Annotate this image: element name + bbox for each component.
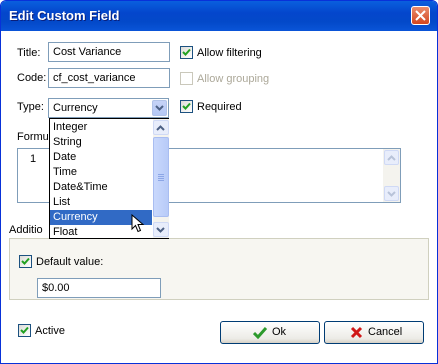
formula-scrollbar[interactable] [383, 149, 400, 202]
type-list-scroll-thumb[interactable] [153, 137, 169, 217]
type-select-value: Currency [53, 102, 98, 114]
type-option-datetime[interactable]: Date&Time [50, 180, 152, 195]
additional-group: Default value: $0.00 [9, 238, 429, 300]
chevron-down-icon [156, 227, 165, 233]
checkmark-icon [20, 326, 29, 334]
checkmark-icon [182, 102, 191, 110]
formula-scroll-up[interactable] [384, 150, 399, 165]
close-button[interactable] [411, 6, 430, 25]
edit-custom-field-dialog: Edit Custom Field Title: Cost Variance A… [0, 0, 438, 364]
type-select[interactable]: Currency [48, 98, 169, 118]
additional-label: Additio [9, 224, 43, 236]
allow-filtering-checkbox[interactable] [180, 46, 193, 59]
window-title: Edit Custom Field [9, 8, 120, 23]
chevron-down-icon [155, 105, 164, 111]
mouse-cursor-icon [131, 214, 145, 233]
type-option-integer[interactable]: Integer [50, 120, 152, 135]
required-label: Required [197, 101, 242, 113]
ok-button-label: Ok [272, 326, 287, 338]
type-list-scroll-up[interactable] [153, 120, 169, 135]
thumb-grip [158, 178, 164, 179]
allow-filtering-label: Allow filtering [197, 47, 262, 59]
checkmark-icon [182, 48, 191, 56]
ok-button[interactable]: Ok [220, 321, 320, 344]
default-value-checkbox[interactable] [19, 255, 32, 268]
allow-grouping-label: Allow grouping [197, 73, 270, 85]
thumb-grip [158, 176, 164, 177]
title-field[interactable]: Cost Variance [48, 42, 170, 62]
type-list-scrollbar[interactable] [153, 119, 169, 238]
type-option-time[interactable]: Time [50, 165, 152, 180]
checkmark-icon [21, 257, 30, 265]
cancel-x-icon [350, 326, 363, 339]
type-dropdown-list[interactable]: Integer String Date Time Date&Time List … [49, 118, 169, 239]
allow-grouping-checkbox[interactable] [180, 72, 193, 85]
required-checkbox[interactable] [180, 100, 193, 113]
dialog-body: Title: Cost Variance Allow filtering Cod… [1, 31, 437, 363]
default-value-field[interactable]: $0.00 [37, 278, 161, 298]
close-icon [415, 10, 426, 21]
type-option-date[interactable]: Date [50, 150, 152, 165]
type-dropdown-button[interactable] [152, 100, 167, 116]
default-value-label: Default value: [36, 256, 104, 268]
thumb-grip [158, 180, 164, 181]
cancel-button[interactable]: Cancel [324, 321, 424, 344]
thumb-grip [158, 174, 164, 175]
code-label: Code: [17, 72, 47, 84]
formula-text: 1 [30, 153, 37, 165]
chevron-up-icon [387, 155, 396, 161]
type-option-string[interactable]: String [50, 135, 152, 150]
type-label: Type: [17, 101, 44, 113]
code-field[interactable]: cf_cost_variance [48, 68, 170, 88]
title-bar: Edit Custom Field [1, 1, 437, 31]
chevron-up-icon [156, 125, 165, 131]
formula-scroll-down[interactable] [384, 186, 399, 201]
title-label: Title: [17, 47, 41, 59]
active-checkbox[interactable] [18, 324, 31, 337]
ok-check-icon [253, 327, 267, 339]
formula-label: Formul [17, 131, 52, 143]
type-option-list[interactable]: List [50, 195, 152, 210]
type-list-scroll-down[interactable] [153, 222, 169, 237]
active-label: Active [35, 325, 65, 337]
chevron-down-icon [387, 191, 396, 197]
cancel-button-label: Cancel [368, 326, 403, 338]
